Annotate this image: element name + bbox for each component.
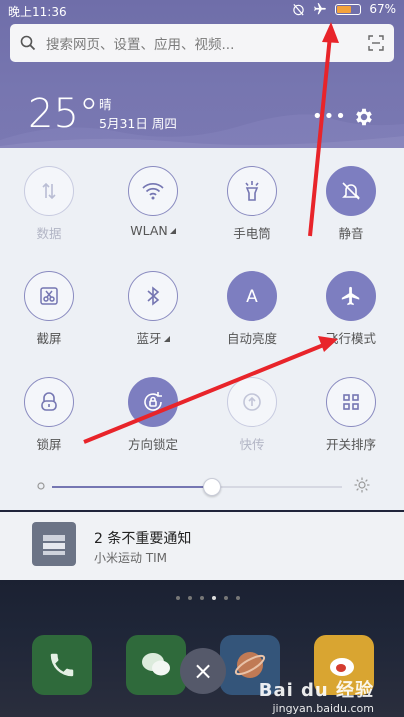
- tile-label: 飞行模式: [325, 331, 376, 346]
- grid-icon: [326, 377, 376, 427]
- tile-screenshot-scissors[interactable]: 截屏: [4, 271, 94, 347]
- flashlight-icon: [227, 166, 277, 216]
- home-screen-background: × Bai du 经验 jingyan.baidu.com: [0, 580, 404, 717]
- airplane-status-icon: [314, 3, 327, 15]
- wechat-app-icon[interactable]: [126, 635, 186, 695]
- tile-flashlight[interactable]: 手电筒: [207, 166, 297, 242]
- tile-silent-bell[interactable]: 静音: [306, 166, 396, 242]
- battery-icon: [335, 3, 362, 15]
- status-bar: 晚上11:36 67%: [0, 0, 404, 20]
- phone-app-icon[interactable]: [32, 635, 92, 695]
- watermark: Bai du 经验 jingyan.baidu.com: [259, 676, 374, 715]
- tile-label: 手电筒: [233, 226, 271, 241]
- tile-label: 自动亮度: [226, 331, 277, 346]
- watermark-logo: Bai du 经验: [258, 680, 374, 701]
- tile-label: 快传: [239, 437, 265, 452]
- rotation-lock-icon: [128, 377, 178, 427]
- tile-rotation-lock[interactable]: 方向锁定: [108, 377, 198, 453]
- page-dot: [200, 596, 204, 600]
- auto-brightness-icon: A: [227, 271, 277, 321]
- settings-gear-icon[interactable]: [353, 106, 375, 128]
- weather-date: 5月31日 周四: [99, 116, 177, 131]
- tile-auto-brightness[interactable]: A 自动亮度: [207, 271, 297, 347]
- search-icon: [20, 35, 36, 51]
- page-dot: [224, 596, 228, 600]
- page-dot: [236, 596, 240, 600]
- page-dot-active: [212, 596, 216, 600]
- close-button[interactable]: ×: [180, 648, 226, 694]
- page-dot: [176, 596, 180, 600]
- weather-condition: 晴: [99, 97, 112, 112]
- brightness-slider[interactable]: [36, 476, 372, 496]
- screenshot-scissors-icon: [24, 271, 74, 321]
- silent-bell-icon: [326, 166, 376, 216]
- tile-label: 锁屏: [36, 437, 62, 452]
- svg-text:A: A: [246, 287, 258, 307]
- quick-transfer-icon: [227, 377, 277, 427]
- status-time: 晚上11:36: [8, 5, 67, 19]
- brightness-knob[interactable]: [202, 478, 221, 496]
- notification-title: 2 条不重要通知: [94, 531, 192, 547]
- tile-lock[interactable]: 锁屏: [4, 377, 94, 453]
- tile-label: 开关排序: [325, 437, 376, 452]
- brightness-fill: [52, 486, 212, 488]
- tile-data[interactable]: 数据: [4, 166, 94, 242]
- tile-label: 数据: [36, 226, 62, 241]
- scan-icon[interactable]: [368, 35, 384, 51]
- temperature: 25°: [28, 91, 99, 137]
- data-icon: [24, 166, 74, 216]
- page-dot: [188, 596, 192, 600]
- notification-subtitle: 小米运动 TIM: [94, 551, 168, 565]
- weather-widget[interactable]: 25° 晴 5月31日 周四: [28, 91, 177, 137]
- quick-settings-panel: 数据 WLAN 手电筒 静音截屏 蓝牙 A 自动亮度 飞行模式锁屏 方向锁定 快传 开关排序: [0, 148, 404, 510]
- tile-label: WLAN: [130, 223, 168, 238]
- tile-wifi[interactable]: WLAN: [108, 166, 198, 239]
- expand-arrow-icon: [169, 227, 176, 234]
- airplane-icon: [326, 271, 376, 321]
- tile-bluetooth[interactable]: 蓝牙: [108, 271, 198, 347]
- search-bar[interactable]: 搜索网页、设置、应用、视频...: [10, 24, 394, 62]
- tile-airplane[interactable]: 飞行模式: [306, 271, 396, 347]
- notification-app-icon: [32, 522, 76, 566]
- tile-label: 静音: [338, 226, 364, 241]
- brightness-high-icon: [354, 477, 370, 493]
- status-icons: 67%: [292, 2, 396, 16]
- battery-percent: 67%: [369, 2, 396, 16]
- tile-label: 方向锁定: [127, 437, 178, 452]
- more-button[interactable]: •••: [312, 106, 347, 127]
- battery-fill: [337, 5, 352, 13]
- expand-arrow-icon: [163, 335, 170, 342]
- lock-icon: [24, 377, 74, 427]
- wifi-icon: [128, 166, 178, 216]
- watermark-url: jingyan.baidu.com: [272, 702, 374, 715]
- search-input[interactable]: 搜索网页、设置、应用、视频...: [46, 33, 368, 53]
- tile-quick-transfer[interactable]: 快传: [207, 377, 297, 453]
- brightness-track[interactable]: [52, 478, 342, 496]
- bluetooth-icon: [128, 271, 178, 321]
- brightness-low-icon: [37, 482, 45, 490]
- alarm-off-icon: [293, 3, 305, 15]
- tile-label: 截屏: [36, 331, 62, 346]
- page-indicator: [176, 596, 240, 600]
- notification-card[interactable]: 2 条不重要通知 小米运动 TIM: [0, 512, 404, 580]
- tile-grid[interactable]: 开关排序: [306, 377, 396, 453]
- tile-label: 蓝牙: [136, 331, 162, 346]
